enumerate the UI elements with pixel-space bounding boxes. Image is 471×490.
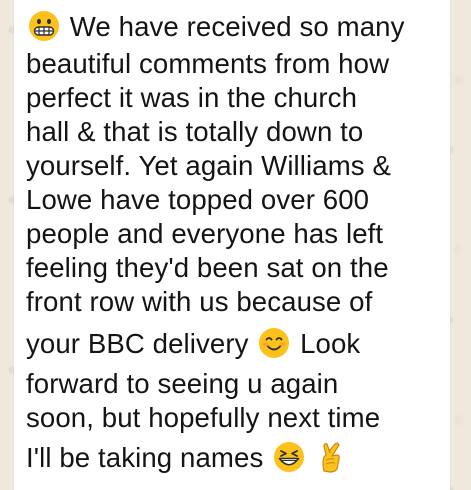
message-line-text: I'll be taking names [26,442,264,473]
message-line: your BBC delivery Look [26,319,438,367]
message-line: We have received so many [26,6,438,47]
message-text: We have received so many beautiful comme… [26,6,438,481]
message-line-text: front row with us because of [26,286,373,317]
smiling-face-icon [258,327,290,359]
message-line: feeling they'd been sat on the [26,251,438,285]
grinning-squinting-face-icon [273,441,305,473]
message-line-text: perfect it was in the church [26,82,358,113]
message-line: forward to seeing u again [26,367,438,401]
message-line-text: people and everyone has left [26,218,384,249]
message-line-text: soon, but hopefully next time [26,402,381,433]
message-line-text: yourself. Yet again Williams & [26,150,391,181]
message-line-text: We have received so many [69,11,405,42]
message-line-text: Look [300,328,361,359]
message-line: beautiful comments from how [26,47,438,81]
message-line-text: Lowe have topped over 600 [26,184,370,215]
message-line-text: feeling they'd been sat on the [26,252,389,283]
chat-wallpaper-edge [451,0,471,490]
message-line: Lowe have topped over 600 [26,183,438,217]
message-line-text: forward to seeing u again [26,368,339,399]
message-line: front row with us because of [26,285,438,319]
message-line: yourself. Yet again Williams & [26,149,438,183]
message-line-text: beautiful comments from how [26,48,390,79]
message-line-text: hall & that is totally down to [26,116,364,147]
message-line: I'll be taking names [26,435,438,481]
grimacing-face-icon [28,10,60,42]
message-line: people and everyone has left [26,217,438,251]
message-line-text: your BBC delivery [26,328,249,359]
message-line: perfect it was in the church [26,81,438,115]
message-line: hall & that is totally down to [26,115,438,149]
crossed-fingers-icon [315,441,347,473]
message-line: soon, but hopefully next time [26,401,438,435]
